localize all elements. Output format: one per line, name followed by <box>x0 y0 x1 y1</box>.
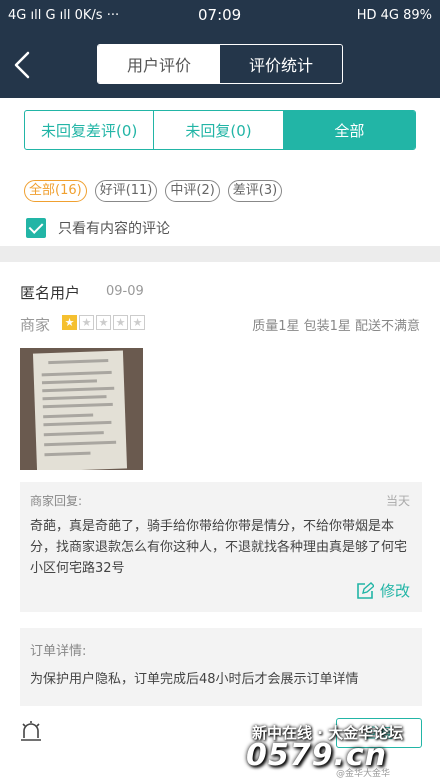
edit-icon <box>357 581 374 599</box>
rating-chips: 全部(16) 好评(11) 中评(2) 差评(3) <box>24 180 283 202</box>
filter-unreplied-negative[interactable]: 未回复差评(0) <box>25 111 155 149</box>
merchant-reply: 商家回复: 当天 奇葩，真是奇葩了，骑手给你带给你带是情分，不给你带烟是本分，找… <box>20 482 422 612</box>
star-empty-icon: ★ <box>96 315 111 330</box>
receipt-line <box>41 370 112 377</box>
status-bar: 4G ıll G ıll 0K/s ··· 07:09 HD 4G 89% <box>0 0 440 32</box>
tab-review-stats[interactable]: 评价统计 <box>220 45 342 83</box>
back-button[interactable] <box>10 50 36 80</box>
merchant-reply-date: 当天 <box>385 494 410 508</box>
star-empty-icon: ★ <box>79 315 94 330</box>
segment-control: 用户评价 评价统计 <box>97 44 343 84</box>
edit-label: 修改 <box>379 582 410 600</box>
chevron-left-icon <box>14 51 30 79</box>
tab-user-reviews[interactable]: 用户评价 <box>98 45 220 83</box>
chip-positive[interactable]: 好评(11) <box>94 180 158 202</box>
checkbox-label: 只看有内容的评论 <box>58 221 170 237</box>
receipt-image <box>32 350 128 470</box>
clock: 07:09 <box>198 6 242 24</box>
star-rating: ★ ★ ★ ★ ★ <box>62 315 145 330</box>
receipt-line <box>44 451 91 457</box>
review-date: 09-09 <box>106 284 144 299</box>
chip-negative[interactable]: 差评(3) <box>227 180 283 202</box>
nav-bar: 用户评价 评价统计 <box>0 32 440 98</box>
signal-indicators: 4G ıll G ıll 0K/s ··· <box>8 8 120 23</box>
star-empty-icon: ★ <box>130 315 145 330</box>
star-empty-icon: ★ <box>113 315 128 330</box>
watermark-credit: @金华大金华 <box>336 769 391 779</box>
filter-panel: 未回复差评(0) 未回复(0) 全部 全部(16) 好评(11) 中评(2) 差… <box>0 98 440 246</box>
bell-icon <box>21 721 41 741</box>
chip-neutral[interactable]: 中评(2) <box>165 180 220 202</box>
review-card: 匿名用户 09-09 商家 ★ ★ ★ ★ ★ 质量1星 包装1星 配送不满意 … <box>0 262 440 782</box>
receipt-line <box>48 358 109 365</box>
checkbox-checked-icon <box>26 218 46 238</box>
battery-indicator: HD 4G 89% <box>356 8 432 23</box>
edit-reply-button[interactable]: 修改 <box>356 580 410 601</box>
receipt-line <box>43 431 104 437</box>
content-only-checkbox[interactable]: 只看有内容的评论 <box>26 218 170 238</box>
receipt-line <box>41 379 98 385</box>
star-filled-icon: ★ <box>62 315 77 330</box>
chip-all[interactable]: 全部(16) <box>24 180 87 202</box>
filter-all[interactable]: 全部 <box>283 111 415 149</box>
alert-bell-button[interactable] <box>20 720 42 744</box>
merchant-reply-text: 奇葩，真是奇葩了，骑手给你带给你带是情分，不给你带烟是本分，找商家退款怎么有你这… <box>30 519 408 576</box>
order-details-text: 为保护用户隐私，订单完成后48小时后才会展示订单详情 <box>30 672 359 687</box>
receipt-line <box>42 402 113 409</box>
sub-ratings: 质量1星 包装1星 配送不满意 <box>252 319 420 334</box>
order-details: 订单详情: 为保护用户隐私，订单完成后48小时后才会展示订单详情 <box>20 628 422 706</box>
receipt-line <box>42 395 107 401</box>
receipt-line <box>42 386 115 393</box>
order-details-label: 订单详情: <box>30 644 87 659</box>
merchant-rating-label: 商家 <box>20 316 51 334</box>
filter-unreplied[interactable]: 未回复(0) <box>154 111 284 149</box>
receipt-line <box>43 413 94 419</box>
reply-filter-group: 未回复差评(0) 未回复(0) 全部 <box>24 110 416 150</box>
reviewer-name: 匿名用户 <box>20 284 81 302</box>
merchant-reply-label: 商家回复: <box>30 494 83 508</box>
receipt-line <box>43 420 112 427</box>
review-photo[interactable] <box>20 348 143 470</box>
receipt-line <box>44 440 117 447</box>
